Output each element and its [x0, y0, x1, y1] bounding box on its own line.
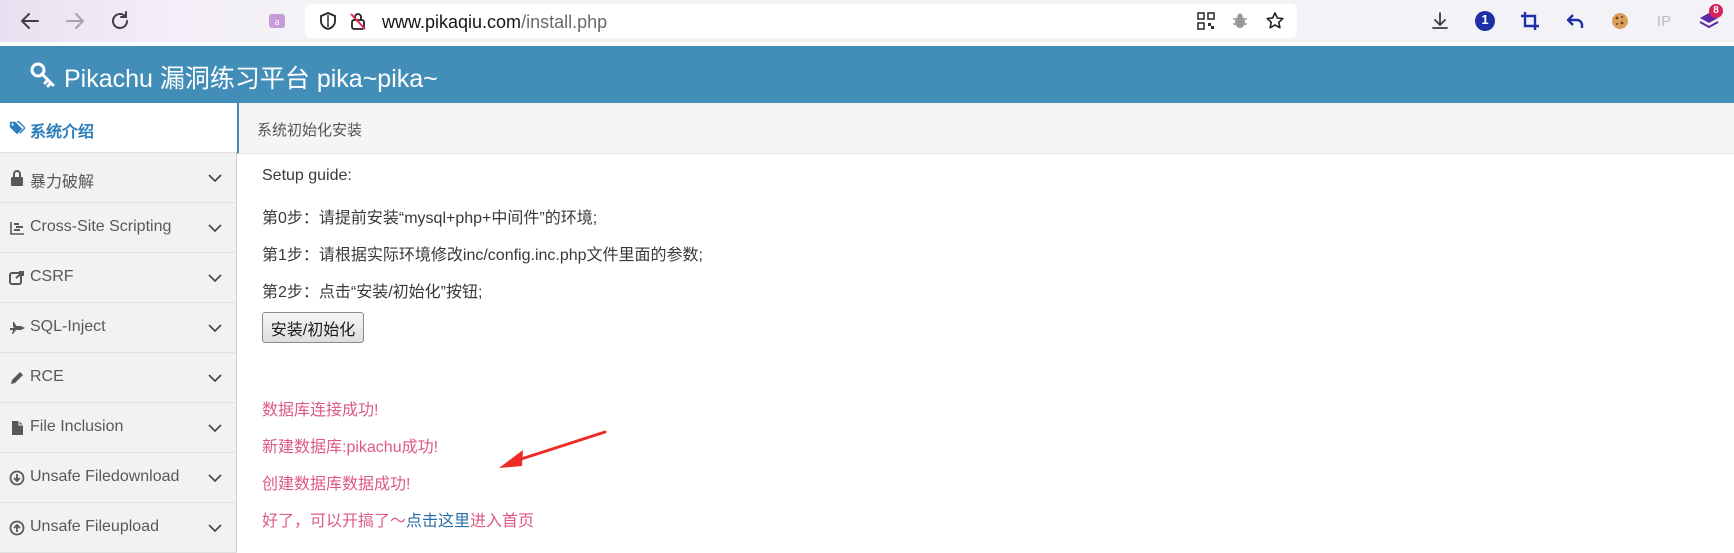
bookmark-button[interactable] [1262, 8, 1288, 34]
sidebar-item-unsafe-fileupload[interactable]: Unsafe Fileupload [0, 503, 237, 553]
chevron-down-icon [208, 174, 222, 183]
address-bar[interactable]: www.pikaqiu.com/install.php [305, 4, 1297, 38]
extension-badge: 8 [1709, 4, 1723, 18]
sidebar: 系统介绍 暴力破解 Cross-Site Scripting CSRF SQL-… [0, 103, 237, 553]
chevron-down-icon [208, 324, 222, 333]
pencil-icon [9, 370, 25, 386]
chevron-down-icon [208, 524, 222, 533]
connection-insecure-button[interactable] [345, 8, 371, 34]
crop-icon [1521, 12, 1539, 30]
annotation-arrow-icon [499, 430, 607, 468]
sidebar-item-brute-force[interactable]: 暴力破解 [0, 153, 237, 203]
chevron-down-icon [208, 274, 222, 283]
setup-step-1: 第1步：请根据实际环境修改inc/config.inc.php文件里面的参数; [262, 247, 703, 264]
lock-icon [9, 170, 25, 186]
sidebar-item-label: Cross-Site Scripting [30, 218, 172, 235]
undo-button[interactable] [1562, 8, 1588, 34]
sidebar-item-label: File Inclusion [30, 418, 124, 435]
password-manager-button[interactable]: 1 [1472, 8, 1498, 34]
setup-guide-title: Setup guide: [262, 167, 352, 184]
final-message-prefix: 好了，可以开搞了～ [262, 513, 407, 530]
click-here-link[interactable]: 点击这里 [406, 513, 470, 530]
toolbar-theme-glow [0, 0, 290, 42]
upload-icon [9, 520, 25, 536]
setup-step-2: 第2步：点击“安装/初始化”按钮; [262, 284, 483, 301]
sidebar-item-label: 系统介绍 [30, 124, 95, 141]
arrow-right-icon [66, 13, 84, 29]
chevron-down-icon [208, 474, 222, 483]
sidebar-item-unsafe-filedownload[interactable]: Unsafe Filedownload [0, 453, 237, 503]
list-icon [9, 220, 25, 236]
shield-button[interactable] [315, 8, 341, 34]
extension-number: 1 [1481, 12, 1489, 27]
chevron-down-icon [208, 424, 222, 433]
final-message: 好了，可以开搞了～点击这里进入首页 [262, 507, 534, 531]
key-icon [30, 62, 56, 93]
sidebar-item-xss[interactable]: Cross-Site Scripting [0, 203, 237, 253]
downloads-button[interactable] [1427, 8, 1453, 34]
reload-button[interactable] [107, 8, 133, 34]
undo-arrow-icon [1566, 14, 1584, 28]
sidebar-item-label: 暴力破解 [30, 174, 95, 191]
site-title[interactable]: Pikachu 漏洞练习平台 pika~pika~ [64, 59, 438, 95]
extensions-button[interactable]: 8 [1696, 4, 1723, 34]
ip-button[interactable]: IP [1651, 8, 1677, 34]
sidebar-item-label: Unsafe Fileupload [30, 518, 159, 535]
url-path: /install.php [521, 12, 608, 32]
sidebar-item-sql-inject[interactable]: SQL-Inject [0, 303, 237, 353]
shield-icon [320, 12, 336, 30]
crop-button[interactable] [1517, 8, 1543, 34]
sidebar-item-file-inclusion[interactable]: File Inclusion [0, 403, 237, 453]
ip-label: IP [1656, 12, 1672, 30]
sidebar-item-system-intro[interactable]: 系统介绍 [0, 103, 237, 153]
db-create-message: 新建数据库:pikachu成功! [262, 439, 439, 456]
cookie-button[interactable] [1607, 8, 1633, 34]
debug-button[interactable] [1227, 8, 1253, 34]
sidebar-item-label: Unsafe Filedownload [30, 468, 180, 485]
install-button[interactable]: 安装/初始化 [262, 312, 364, 343]
star-icon [1266, 12, 1284, 29]
forward-button[interactable] [62, 8, 88, 34]
qr-code-button[interactable] [1193, 8, 1219, 34]
setup-step-0: 第0步：请提前安装“mysql+php+中间件”的环境; [262, 210, 598, 227]
download-icon [9, 470, 25, 486]
breadcrumb[interactable]: 系统初始化安装 [257, 119, 362, 140]
chevron-down-icon [208, 224, 222, 233]
url-text[interactable]: www.pikaqiu.com/install.php [382, 12, 607, 33]
share-icon [9, 270, 25, 286]
file-icon [9, 420, 25, 436]
svg-text:a: a [274, 18, 280, 28]
url-host: www.pikaqiu.com [382, 12, 522, 32]
sidebar-item-label: CSRF [30, 268, 74, 285]
db-data-message: 创建数据库数据成功! [262, 476, 411, 493]
sidebar-item-label: RCE [30, 368, 64, 385]
insecure-lock-icon [350, 13, 366, 30]
download-icon [1432, 12, 1448, 29]
qr-code-icon [1197, 12, 1215, 30]
arrow-left-icon [21, 13, 39, 29]
breadcrumb-bar: 系统初始化安装 [237, 103, 1734, 154]
tags-icon [9, 120, 25, 136]
final-message-suffix: 进入首页 [470, 513, 535, 530]
site-header: Pikachu 漏洞练习平台 pika~pika~ [0, 46, 1734, 103]
sidebar-item-rce[interactable]: RCE [0, 353, 237, 403]
chevron-down-icon [208, 374, 222, 383]
back-button[interactable] [17, 8, 43, 34]
db-connect-message: 数据库连接成功! [262, 402, 379, 419]
reader-view-button[interactable]: a [264, 8, 290, 34]
translate-icon: a [269, 14, 285, 28]
cookie-icon [1612, 13, 1628, 29]
reload-icon [112, 11, 128, 29]
browser-toolbar: a www.pikaqiu.com/install.php 1 IP 8 [0, 0, 1734, 42]
bug-icon [1233, 13, 1247, 28]
sidebar-item-label: SQL-Inject [30, 318, 106, 335]
fighter-jet-icon [9, 320, 25, 336]
sidebar-item-csrf[interactable]: CSRF [0, 253, 237, 303]
